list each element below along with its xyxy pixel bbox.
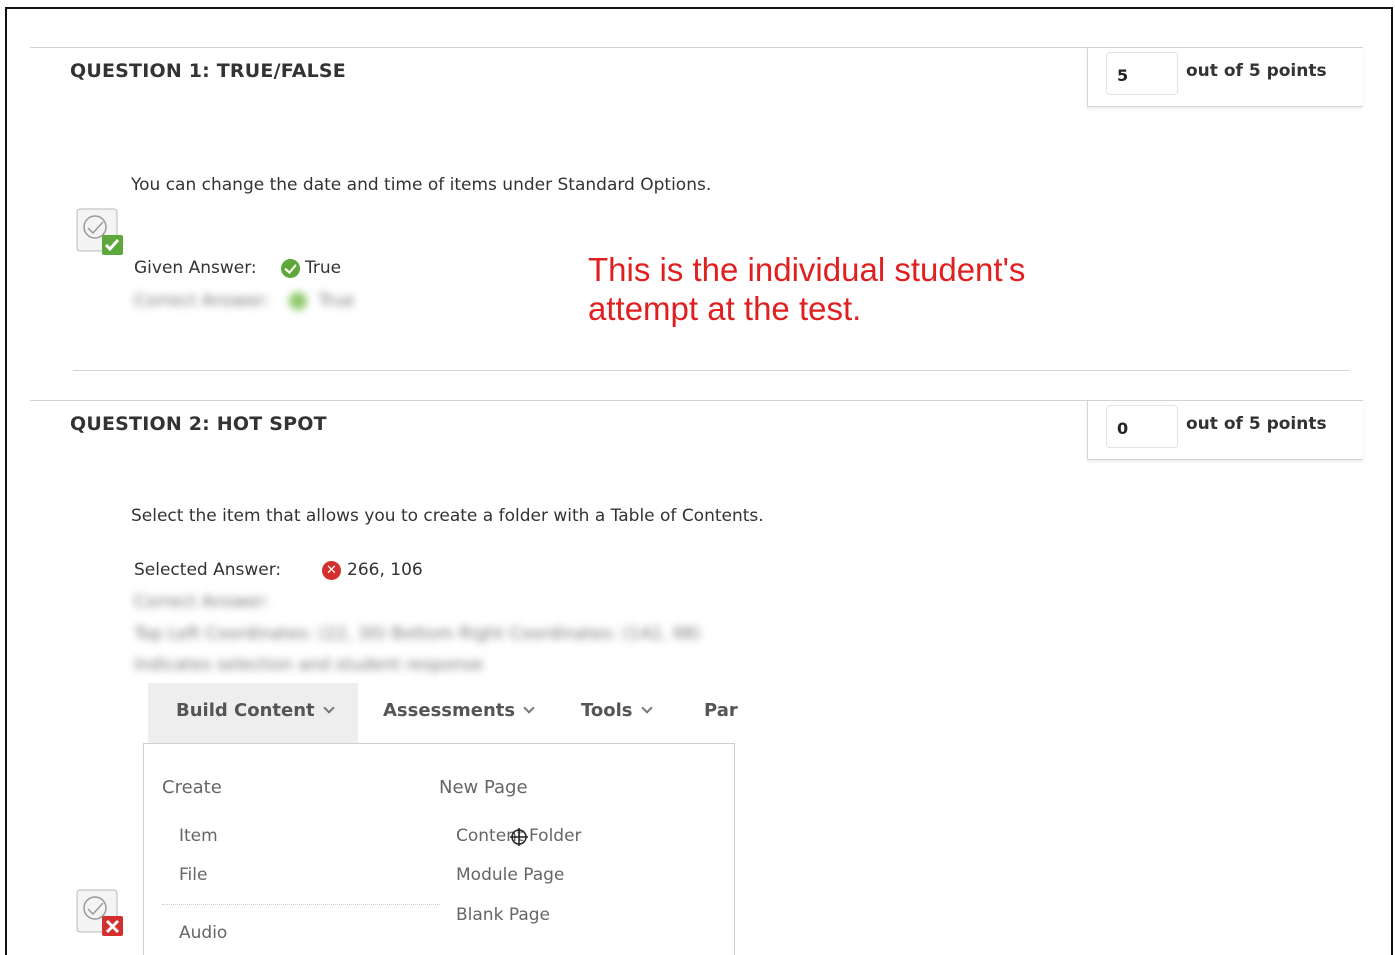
tab-label: Par bbox=[704, 699, 738, 721]
tab-label: Tools bbox=[581, 699, 633, 721]
selected-answer-label: Selected Answer: bbox=[134, 560, 282, 580]
question1-title: QUESTION 1: TRUE/FALSE bbox=[70, 60, 346, 82]
correct-answer-blurred: Correct Answer: True bbox=[134, 291, 354, 311]
dropdown-new-page-header: New Page bbox=[439, 777, 528, 798]
tab-assessments[interactable]: Assessments bbox=[383, 677, 535, 743]
dropdown-divider bbox=[162, 904, 440, 905]
check-circle-icon bbox=[288, 292, 307, 310]
question2-title: QUESTION 2: HOT SPOT bbox=[70, 413, 327, 435]
question2-score-input[interactable]: 0 bbox=[1106, 405, 1178, 448]
tab-tools[interactable]: Tools bbox=[581, 677, 653, 743]
indicator-text-blurred: Indicates selection and student response bbox=[134, 655, 484, 675]
tab-partners-truncated[interactable]: Par bbox=[704, 677, 738, 743]
question1-points-label: out of 5 points bbox=[1186, 61, 1327, 81]
correct-answer-value: True bbox=[318, 291, 355, 311]
question1-bottom-divider bbox=[73, 370, 1349, 371]
question2-text: Select the item that allows you to creat… bbox=[131, 506, 764, 526]
chevron-down-icon bbox=[640, 701, 653, 714]
tab-build-content[interactable]: Build Content bbox=[176, 677, 335, 743]
given-answer-value: True bbox=[305, 258, 342, 278]
correct-answer-label-2: Correct Answer: bbox=[134, 592, 270, 612]
selected-answer: ✕ 266, 106 bbox=[322, 560, 423, 580]
annotation-line-1: This is the individual student's bbox=[588, 251, 1026, 288]
crosshair-icon bbox=[510, 828, 528, 846]
dropdown-item-module-page[interactable]: Module Page bbox=[456, 865, 564, 885]
given-answer-label: Given Answer: bbox=[134, 258, 257, 278]
x-circle-icon: ✕ bbox=[322, 560, 341, 580]
question2-points-label: out of 5 points bbox=[1186, 414, 1327, 434]
correct-answer-label: Correct Answer: bbox=[134, 291, 270, 311]
question1-text: You can change the date and time of item… bbox=[131, 175, 712, 195]
build-content-dropdown: Create New Page Item File Audio Content … bbox=[143, 743, 735, 955]
question1-score-input[interactable]: 5 bbox=[1106, 52, 1178, 95]
correct-status-icon bbox=[76, 208, 123, 255]
dropdown-item-file[interactable]: File bbox=[179, 865, 207, 885]
chevron-down-icon bbox=[523, 701, 535, 714]
check-circle-icon bbox=[281, 258, 300, 278]
chevron-down-icon bbox=[322, 701, 335, 714]
dropdown-create-header: Create bbox=[162, 777, 222, 798]
annotation-text: This is the individual student's attempt… bbox=[588, 250, 1025, 328]
given-answer: True bbox=[281, 258, 341, 278]
tab-label: Build Content bbox=[176, 699, 315, 721]
annotation-line-2: attempt at the test. bbox=[588, 290, 862, 327]
correct-coordinates-blurred: Top Left Coordinates: (22, 30) Bottom Ri… bbox=[134, 624, 701, 644]
dropdown-item-item[interactable]: Item bbox=[179, 826, 218, 846]
dropdown-item-audio[interactable]: Audio bbox=[179, 923, 227, 943]
question1-points-box: 5 out of 5 points bbox=[1087, 47, 1363, 107]
hotspot-menubar: Build Content Assessments Tools Par bbox=[141, 677, 741, 743]
dropdown-item-blank-page[interactable]: Blank Page bbox=[456, 905, 550, 925]
incorrect-status-icon bbox=[76, 889, 123, 936]
selected-answer-value: 266, 106 bbox=[347, 560, 423, 580]
question2-points-box: 0 out of 5 points bbox=[1087, 400, 1363, 460]
tab-label: Assessments bbox=[383, 699, 516, 721]
